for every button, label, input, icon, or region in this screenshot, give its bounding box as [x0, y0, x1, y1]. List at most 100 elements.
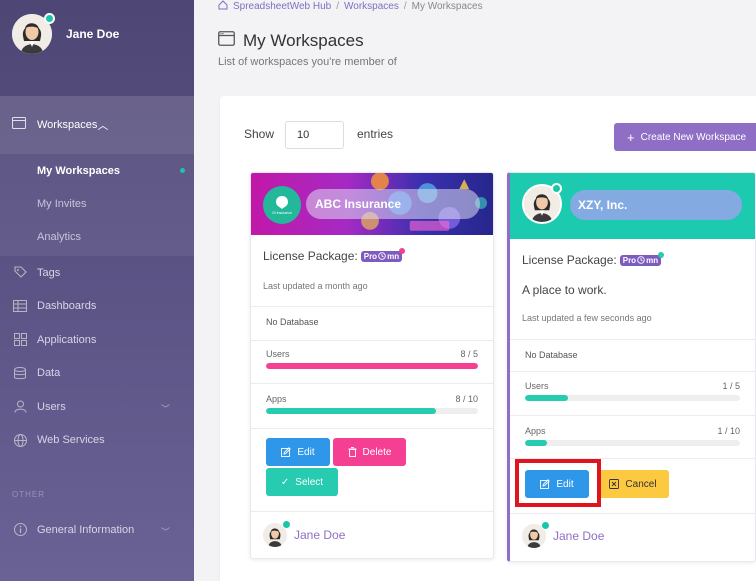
- table-icon: [12, 298, 28, 314]
- shield-logo-icon: GI insurance: [272, 196, 292, 215]
- breadcrumb-current: My Workspaces: [411, 1, 483, 12]
- divider: [251, 306, 493, 307]
- sidebar-section-label: OTHER: [12, 490, 45, 499]
- cancel-button[interactable]: Cancel: [597, 470, 669, 498]
- delete-button[interactable]: Delete: [333, 438, 406, 466]
- divider: [510, 415, 755, 416]
- badge-label: Pro: [622, 255, 637, 265]
- divider: [510, 513, 755, 514]
- divider: [251, 428, 493, 429]
- entries-per-page-input[interactable]: [285, 121, 344, 149]
- progress-fill: [266, 408, 436, 414]
- sidebar-item-label: Data: [37, 367, 61, 380]
- owner-name[interactable]: Jane Doe: [553, 529, 604, 543]
- sidebar-item-users[interactable]: Users ﹀: [0, 390, 194, 424]
- chevron-down-icon[interactable]: ﹀: [161, 525, 170, 538]
- sidebar-subitem-label: My Invites: [37, 197, 87, 210]
- trash-icon: [348, 447, 357, 457]
- create-new-workspace-button[interactable]: + Create New Workspace: [614, 123, 756, 151]
- sidebar-item-label: Tags: [37, 266, 61, 279]
- online-status-dot: [541, 521, 550, 530]
- clock-icon: [378, 252, 386, 260]
- sidebar-item-web-services[interactable]: Web Services: [0, 424, 194, 458]
- owner-name[interactable]: Jane Doe: [294, 528, 345, 542]
- sidebar-item-label: Users: [37, 400, 66, 413]
- users-usage: Users 8 / 5: [266, 349, 478, 369]
- divider: [251, 383, 493, 384]
- window-icon: [12, 117, 28, 133]
- home-icon[interactable]: [218, 0, 228, 13]
- workspace-owner: Jane Doe: [522, 521, 604, 548]
- users-count: 8 / 5: [460, 349, 478, 359]
- window-icon: [218, 31, 235, 51]
- workspace-owner: Jane Doe: [263, 520, 345, 547]
- svg-text:GI insurance: GI insurance: [272, 211, 292, 215]
- divider: [251, 511, 493, 512]
- sidebar-item-workspaces[interactable]: Workspaces ︿: [0, 96, 194, 154]
- sidebar-item-tags[interactable]: Tags: [0, 256, 194, 290]
- apps-progress-bar: [266, 408, 478, 414]
- apps-label: Apps: [266, 394, 287, 404]
- online-status-dot: [551, 183, 562, 194]
- breadcrumb-workspaces-link[interactable]: Workspaces: [344, 1, 399, 12]
- divider: [251, 340, 493, 341]
- database-status: No Database: [525, 350, 578, 360]
- chevron-down-icon[interactable]: ﹀: [161, 402, 170, 415]
- page-title: My Workspaces: [243, 31, 364, 50]
- license-package: License Package: Pro mn: [263, 247, 406, 263]
- apps-count: 8 / 10: [455, 394, 478, 404]
- sidebar-subitem-label: My Workspaces: [37, 164, 120, 177]
- workspace-description: A place to work.: [522, 283, 607, 297]
- sidebar-item-data[interactable]: Data: [0, 357, 194, 391]
- sidebar-nav: Tags Dashboards Applications Data Users …: [0, 256, 194, 457]
- users-label: Users: [525, 381, 549, 391]
- sidebar-item-general-information[interactable]: General Information ﹀: [0, 513, 194, 547]
- users-label: Users: [266, 349, 290, 359]
- badge-label: Pro: [363, 251, 378, 261]
- grid-icon: [12, 332, 28, 348]
- tag-icon: [12, 265, 28, 281]
- edit-button[interactable]: Edit: [266, 438, 330, 466]
- divider: [510, 371, 755, 372]
- users-progress-bar: [525, 395, 740, 401]
- user-profile[interactable]: Jane Doe: [12, 13, 120, 54]
- status-dot: [399, 247, 406, 254]
- profile-name: Jane Doe: [66, 27, 120, 41]
- select-button[interactable]: ✓ Select: [266, 468, 338, 496]
- sidebar-item-applications[interactable]: Applications: [0, 323, 194, 357]
- chevron-up-icon[interactable]: ︿: [97, 117, 108, 133]
- info-icon: [12, 522, 28, 538]
- plus-icon: +: [627, 129, 635, 145]
- workspace-card: GI insurance ABC Insurance License Packa…: [250, 172, 494, 559]
- database-status: No Database: [266, 317, 319, 327]
- apps-usage: Apps 8 / 10: [266, 394, 478, 414]
- users-count: 1 / 5: [722, 381, 740, 391]
- license-label: License Package:: [263, 249, 358, 263]
- avatar: [263, 520, 291, 547]
- sidebar-subitem-my-invites[interactable]: My Invites: [0, 187, 194, 220]
- package-badge: Pro mn: [619, 251, 665, 266]
- online-status-dot: [44, 13, 55, 24]
- sidebar-item-dashboards[interactable]: Dashboards: [0, 290, 194, 324]
- clock-icon: [637, 256, 645, 264]
- progress-fill: [525, 395, 568, 401]
- sidebar-item-label: General Information: [37, 523, 135, 536]
- apps-label: Apps: [525, 426, 546, 436]
- avatar: [12, 13, 55, 54]
- workspace-banner: XZY, Inc.: [510, 173, 755, 239]
- button-label: Create New Workspace: [640, 131, 747, 143]
- sidebar-item-label: Dashboards: [37, 300, 97, 313]
- button-label: Select: [295, 476, 324, 488]
- sidebar-subitem-my-workspaces[interactable]: My Workspaces: [0, 154, 194, 187]
- sidebar-subitem-analytics[interactable]: Analytics: [0, 220, 194, 253]
- workspace-name: XZY, Inc.: [570, 190, 742, 220]
- workspace-name: ABC Insurance: [306, 189, 480, 219]
- divider: [510, 339, 755, 340]
- workspace-logo: GI insurance: [263, 186, 301, 224]
- show-label: Show: [244, 127, 275, 141]
- sidebar-item-label: Applications: [37, 333, 97, 346]
- breadcrumb-separator: /: [403, 1, 407, 12]
- globe-icon: [12, 432, 28, 448]
- breadcrumb-home-link[interactable]: SpreadsheetWeb Hub: [233, 1, 331, 12]
- highlight-box: [515, 459, 601, 507]
